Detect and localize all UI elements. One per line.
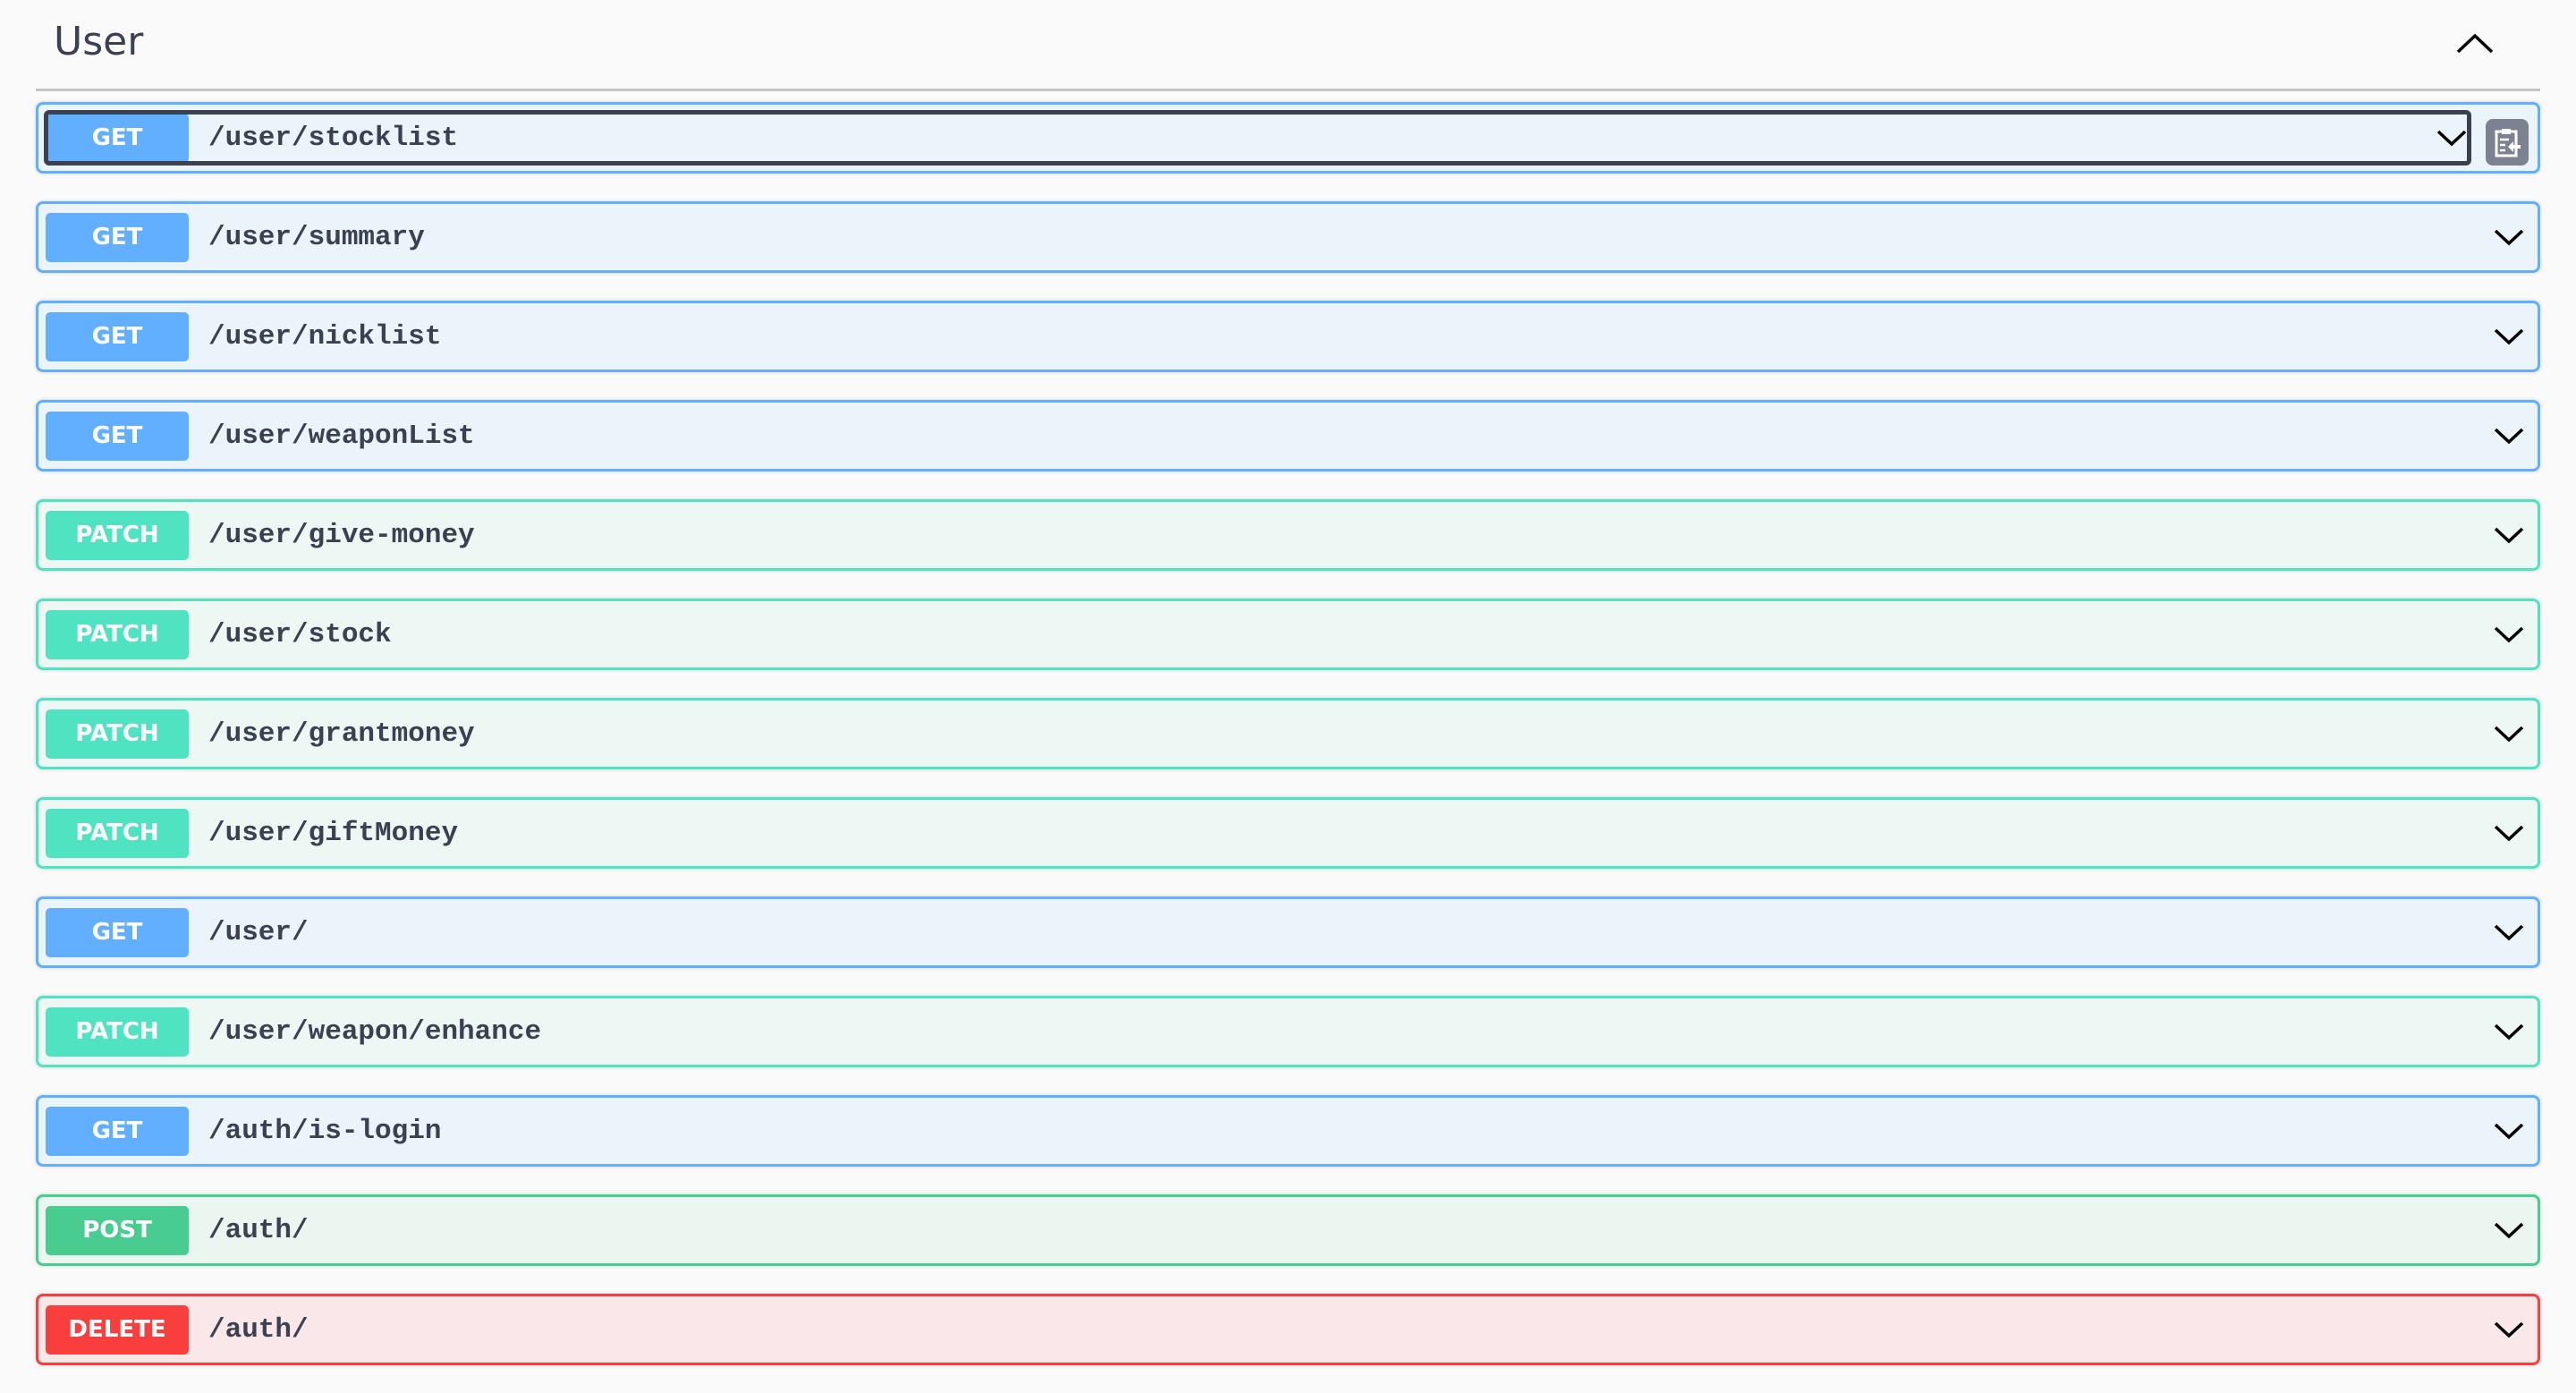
operation-row[interactable]: PATCH/user/giftMoney <box>36 797 2540 869</box>
method-badge: PATCH <box>46 510 189 560</box>
operation-path: /user/nicklist <box>208 320 442 352</box>
operation-row[interactable]: PATCH/user/grantmoney <box>36 698 2540 769</box>
chevron-down-icon[interactable] <box>2436 124 2468 151</box>
operation-path: /auth/is-login <box>208 1115 442 1147</box>
copy-to-clipboard-button[interactable] <box>2486 119 2529 166</box>
method-badge: PATCH <box>46 808 189 858</box>
operation-path: /user/grantmoney <box>208 718 475 750</box>
method-badge: GET <box>46 1106 189 1156</box>
operation-row[interactable]: PATCH/user/stock <box>36 599 2540 670</box>
method-badge: GET <box>46 212 189 262</box>
chevron-down-icon[interactable] <box>2493 522 2525 548</box>
operation-path: /user/ <box>208 916 309 948</box>
method-badge: DELETE <box>46 1304 189 1355</box>
operation-row[interactable]: GET/user/summary <box>36 201 2540 273</box>
chevron-down-icon[interactable] <box>2493 323 2525 350</box>
method-badge: POST <box>46 1205 189 1255</box>
operation-path: /user/stocklist <box>208 122 459 154</box>
operation-path: /user/giftMoney <box>208 817 459 849</box>
operation-path: /auth/ <box>208 1313 309 1346</box>
method-badge: PATCH <box>46 1007 189 1057</box>
operation-row[interactable]: DELETE/auth/ <box>36 1294 2540 1365</box>
operation-path: /user/weaponList <box>208 420 475 452</box>
operation-path: /user/weapon/enhance <box>208 1015 542 1048</box>
method-badge: GET <box>46 907 189 957</box>
chevron-down-icon[interactable] <box>2493 422 2525 449</box>
method-badge: GET <box>46 113 189 163</box>
chevron-up-icon[interactable] <box>2453 25 2497 61</box>
chevron-down-icon[interactable] <box>2493 820 2525 846</box>
operation-row[interactable]: GET/auth/is-login <box>36 1095 2540 1167</box>
operation-row[interactable]: GET/user/weaponList <box>36 400 2540 471</box>
method-badge: GET <box>46 311 189 361</box>
operation-row[interactable]: POST/auth/ <box>36 1194 2540 1266</box>
chevron-down-icon[interactable] <box>2493 1117 2525 1144</box>
operation-row[interactable]: GET/user/stocklist <box>36 102 2540 174</box>
chevron-down-icon[interactable] <box>2493 621 2525 648</box>
chevron-down-icon[interactable] <box>2493 1018 2525 1045</box>
operation-path: /auth/ <box>208 1214 309 1246</box>
clipboard-icon <box>2495 129 2521 157</box>
operation-row[interactable]: PATCH/user/give-money <box>36 499 2540 571</box>
section-header-user[interactable]: User <box>36 0 2540 91</box>
operation-path: /user/give-money <box>208 519 475 551</box>
chevron-down-icon[interactable] <box>2493 720 2525 747</box>
operation-row[interactable]: GET/user/nicklist <box>36 301 2540 372</box>
operation-path: /user/stock <box>208 618 392 650</box>
chevron-down-icon[interactable] <box>2493 1316 2525 1343</box>
operations-list: GET/user/stocklist GET/user/summary GET/us… <box>36 102 2540 1393</box>
chevron-down-icon[interactable] <box>2493 1217 2525 1244</box>
method-badge: PATCH <box>46 609 189 659</box>
operation-path: /user/summary <box>208 221 425 253</box>
chevron-down-icon[interactable] <box>2493 224 2525 251</box>
chevron-down-icon[interactable] <box>2493 919 2525 946</box>
section-title: User <box>54 19 144 64</box>
method-badge: PATCH <box>46 709 189 759</box>
operation-row[interactable]: GET/user/ <box>36 896 2540 968</box>
operation-row[interactable]: PATCH/user/weapon/enhance <box>36 996 2540 1067</box>
method-badge: GET <box>46 411 189 461</box>
